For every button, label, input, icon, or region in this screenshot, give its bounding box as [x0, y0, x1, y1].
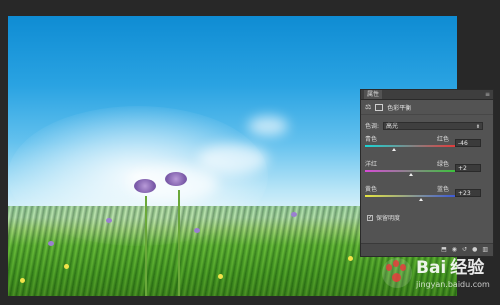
yellow-flower: [64, 264, 69, 269]
small-flower: [106, 218, 112, 223]
panel-title: 色彩平衡: [387, 104, 412, 112]
slider-left-label: 洋红: [365, 161, 378, 168]
slider-cyan-red: 青色 红色 -46: [365, 136, 489, 155]
slider-magenta-green: 洋红 绿色 +2: [365, 161, 489, 180]
allium-flower: [134, 179, 156, 193]
clip-icon[interactable]: ⬒: [441, 247, 447, 253]
slider-right-label: 红色: [436, 136, 449, 143]
color-balance-icon: ⚖: [365, 102, 372, 111]
eye-icon[interactable]: ●: [472, 247, 477, 253]
slider-track[interactable]: [365, 195, 455, 197]
slider-left-label: 青色: [365, 136, 378, 143]
tone-select[interactable]: 高光 ⬍: [383, 121, 484, 130]
tone-row: 色调: 高光 ⬍: [361, 115, 493, 130]
preserve-luminosity-row: ✓ 保留明度: [361, 205, 493, 222]
tone-select-value: 高光: [386, 122, 399, 130]
slider-right-label: 绿色: [436, 161, 449, 168]
slider-thumb[interactable]: [418, 198, 423, 201]
slider-value-field[interactable]: -46: [455, 139, 481, 147]
slider-track[interactable]: [365, 170, 455, 172]
flower-stem: [145, 196, 147, 296]
yellow-flower: [348, 256, 353, 261]
small-flower: [194, 228, 200, 233]
slider-yellow-blue: 黄色 蓝色 +23: [365, 186, 489, 205]
preserve-luminosity-checkbox[interactable]: ✓: [367, 214, 373, 221]
mask-icon[interactable]: [375, 103, 384, 111]
yellow-flower: [218, 274, 223, 279]
slider-value-field[interactable]: +2: [455, 164, 481, 172]
flower-stem: [178, 190, 180, 296]
slider-right-label: 蓝色: [436, 186, 449, 193]
trash-icon[interactable]: ▥: [482, 247, 488, 253]
watermark-url: jingyan.baidu.com: [416, 280, 490, 289]
visibility-icon[interactable]: ◉: [452, 247, 457, 253]
slider-thumb[interactable]: [408, 173, 413, 176]
panel-tabbar: 属性 ≡: [361, 90, 493, 100]
reset-icon[interactable]: ↺: [462, 247, 467, 253]
slider-track[interactable]: [365, 145, 455, 147]
watermark: Bai 经验 jingyan.baidu.com: [382, 258, 490, 298]
tab-properties[interactable]: 属性: [364, 90, 383, 99]
small-flower: [291, 212, 297, 217]
watermark-brand: Bai: [416, 258, 447, 278]
yellow-flower: [20, 278, 25, 283]
properties-panel: 属性 ≡ ⚖ 色彩平衡 色调: 高光 ⬍ 青色 红色 -46 洋红 绿色 +2 …: [360, 89, 494, 257]
preserve-luminosity-label: 保留明度: [376, 215, 401, 222]
tone-label: 色调:: [365, 123, 380, 130]
small-flower: [48, 241, 54, 246]
allium-flower: [165, 172, 187, 186]
paw-logo-icon: [382, 258, 412, 288]
slider-left-label: 黄色: [365, 186, 378, 193]
slider-thumb[interactable]: [391, 148, 396, 151]
panel-menu-icon[interactable]: ≡: [485, 90, 490, 99]
slider-value-field[interactable]: +23: [455, 189, 481, 197]
panel-footer: ⬒ ◉ ↺ ● ▥: [361, 243, 493, 256]
chevron-down-icon: ⬍: [475, 123, 481, 130]
cloud: [248, 116, 288, 136]
cloud: [198, 144, 268, 174]
panel-header: ⚖ 色彩平衡: [361, 100, 493, 115]
watermark-brand-2: 经验: [450, 258, 485, 278]
